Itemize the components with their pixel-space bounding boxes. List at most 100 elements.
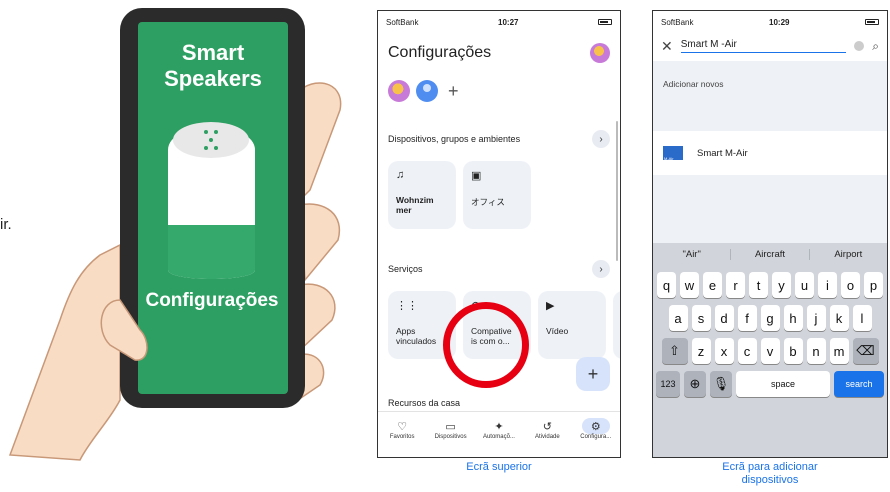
section-services[interactable]: Serviços ›	[378, 255, 620, 283]
section-home-resources[interactable]: Recursos da casa	[378, 395, 620, 411]
play-icon: ▶	[546, 300, 555, 312]
caption-add-device-screen: Ecrã para adicionar dispositivos	[652, 461, 888, 487]
device-tile-label: Wohnzim mer	[396, 195, 434, 215]
search-key[interactable]: search	[834, 371, 884, 397]
key-row-4: 123 ⊕ 🎙 space search	[653, 371, 887, 397]
nav-favorites[interactable]: ♡ Favoritos	[380, 418, 424, 441]
key-h[interactable]: h	[783, 305, 803, 331]
add-member-icon[interactable]: +	[448, 81, 459, 102]
key-d[interactable]: d	[714, 305, 734, 331]
caption-top-screen: Ecrã superior	[466, 461, 532, 473]
key-n[interactable]: n	[806, 338, 826, 364]
heart-icon: ♡	[397, 420, 408, 433]
key-row-2: asdfghjkl	[653, 305, 887, 331]
keyboard-suggestions: "Air" Aircraft Airport	[653, 243, 887, 265]
key-y[interactable]: y	[772, 272, 791, 298]
key-r[interactable]: r	[726, 272, 745, 298]
close-icon[interactable]: ✕	[661, 38, 673, 55]
speaker-icon: ▣	[471, 170, 482, 182]
speaker-icon: ♫	[396, 169, 405, 181]
caption-line1: Ecrã para adicionar	[722, 461, 818, 473]
key-j[interactable]: j	[806, 305, 826, 331]
illustration-title-line1: Smart	[181, 40, 245, 65]
devices-icon: ▭	[445, 420, 456, 433]
section-devices-label: Dispositivos, grupos e ambientes	[388, 134, 521, 144]
clear-icon[interactable]	[854, 41, 865, 51]
key-g[interactable]: g	[760, 305, 780, 331]
suggestion[interactable]: Airport	[810, 249, 887, 260]
key-i[interactable]: i	[818, 272, 837, 298]
backspace-key[interactable]: ⌫	[852, 338, 879, 364]
time-label: 10:27	[498, 17, 519, 27]
service-tile-label: Vídeo	[546, 326, 569, 336]
bottom-navigation: ♡ Favoritos ▭ Dispositivos ✦ Automaçõ...…	[378, 411, 620, 457]
key-v[interactable]: v	[760, 338, 780, 364]
microphone-icon[interactable]: 🎙	[710, 371, 732, 397]
service-tile-music[interactable]: M	[613, 291, 620, 359]
carrier-label: SoftBank	[386, 17, 419, 27]
key-a[interactable]: a	[668, 305, 688, 331]
space-key[interactable]: space	[736, 371, 830, 397]
shift-key[interactable]: ⇧	[661, 338, 688, 364]
search-icon[interactable]: ⌕	[872, 39, 879, 54]
key-x[interactable]: x	[714, 338, 734, 364]
carrier-label: SoftBank	[661, 17, 694, 27]
key-b[interactable]: b	[783, 338, 803, 364]
section-devices[interactable]: Dispositivos, grupos e ambientes ›	[378, 125, 620, 153]
caption-line2: dispositivos	[741, 474, 799, 486]
globe-icon[interactable]: ⊕	[684, 371, 706, 397]
result-item-smart-m-air[interactable]: M-Air Smart M-Air	[653, 131, 887, 175]
nav-label: Favoritos	[389, 434, 415, 440]
search-input[interactable]: Smart M -Air	[680, 39, 847, 53]
page-title: Configurações	[388, 44, 492, 61]
suggestion[interactable]: Aircraft	[731, 248, 810, 260]
household-members: +	[378, 71, 620, 111]
illustration-caption: Configurações	[145, 290, 279, 311]
section-home-label: Recursos da casa	[388, 398, 461, 408]
status-bar: SoftBank 10:29	[653, 11, 887, 33]
nav-activity[interactable]: ↺ Atividade	[525, 418, 569, 441]
illustration-title: Smart Speakers	[138, 40, 288, 92]
ios-keyboard: "Air" Aircraft Airport qwertyuiop asdfgh…	[653, 243, 887, 457]
key-l[interactable]: l	[852, 305, 872, 331]
service-tile-video[interactable]: ▶ Vídeo	[538, 291, 606, 359]
account-avatar[interactable]	[590, 43, 610, 63]
nav-settings[interactable]: ⚙ Configura...	[574, 418, 618, 440]
chevron-right-icon[interactable]: ›	[592, 130, 610, 148]
key-w[interactable]: w	[680, 272, 699, 298]
nav-label: Dispositivos	[434, 434, 467, 440]
scrollbar[interactable]	[616, 121, 618, 261]
illustration-title-line2: Speakers	[164, 66, 262, 91]
device-tile-label: オフィス	[471, 197, 505, 207]
gear-icon: ⚙	[581, 418, 610, 434]
device-tile-office[interactable]: ▣ オフィス	[463, 161, 531, 229]
member-avatar[interactable]	[388, 80, 410, 102]
add-new-label: Adicionar novos	[663, 79, 724, 89]
chevron-right-icon[interactable]: ›	[592, 260, 610, 278]
nav-label: Atividade	[535, 434, 560, 440]
key-q[interactable]: q	[657, 272, 676, 298]
key-f[interactable]: f	[737, 305, 757, 331]
key-t[interactable]: t	[749, 272, 768, 298]
key-k[interactable]: k	[829, 305, 849, 331]
apps-icon: ⋮⋮	[396, 300, 418, 312]
key-e[interactable]: e	[703, 272, 722, 298]
history-icon: ↺	[542, 420, 552, 433]
key-o[interactable]: o	[841, 272, 860, 298]
key-z[interactable]: z	[691, 338, 711, 364]
search-bar: ✕ Smart M -Air ⌕	[653, 33, 887, 59]
time-label: 10:29	[769, 17, 790, 27]
device-tile-wohnzimmer[interactable]: ♫ Wohnzim mer	[388, 161, 456, 229]
key-s[interactable]: s	[691, 305, 711, 331]
nav-devices[interactable]: ▭ Dispositivos	[429, 418, 473, 441]
suggestion[interactable]: "Air"	[653, 248, 732, 260]
key-p[interactable]: p	[864, 272, 883, 298]
key-u[interactable]: u	[795, 272, 814, 298]
result-label: Smart M-Air	[697, 147, 748, 159]
member-avatar[interactable]	[416, 80, 438, 102]
numbers-key[interactable]: 123	[656, 371, 680, 397]
nav-automations[interactable]: ✦ Automaçõ...	[477, 418, 521, 441]
key-m[interactable]: m	[829, 338, 849, 364]
key-c[interactable]: c	[737, 338, 757, 364]
add-fab-button[interactable]: +	[576, 357, 610, 391]
